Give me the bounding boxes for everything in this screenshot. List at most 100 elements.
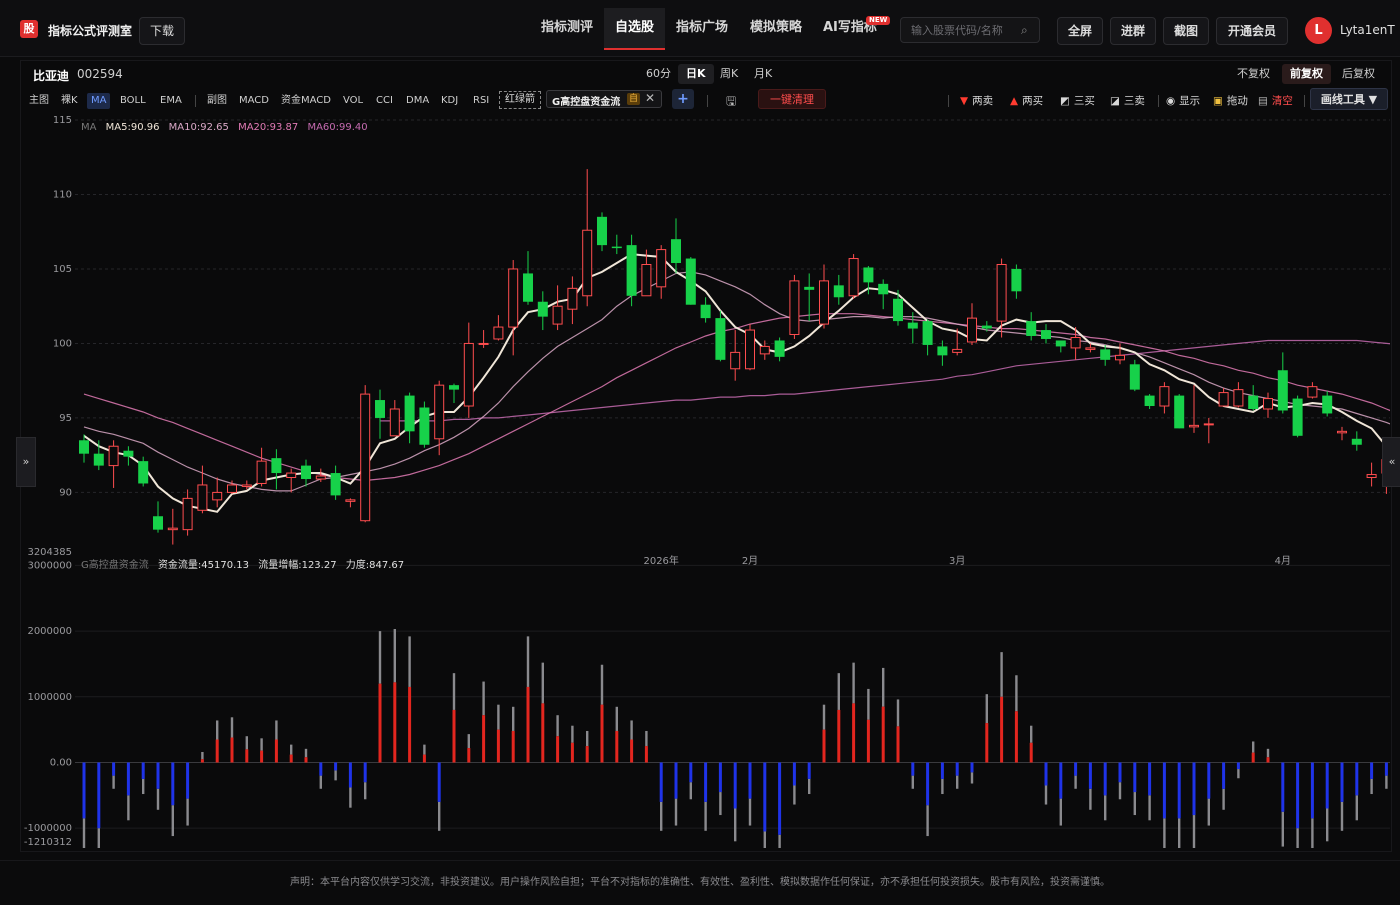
candle-body bbox=[863, 267, 874, 283]
flow-shadow-bar bbox=[926, 805, 929, 837]
close-icon[interactable]: ✕ bbox=[645, 91, 655, 105]
flow-bar bbox=[644, 746, 648, 763]
fullscreen-button[interactable]: 全屏 bbox=[1057, 17, 1103, 45]
period-tab-60min[interactable]: 60分 bbox=[638, 64, 679, 84]
flow-shadow-bar bbox=[1281, 811, 1284, 847]
indicator-dma[interactable]: DMA bbox=[406, 93, 429, 109]
candle bbox=[1041, 324, 1051, 344]
app-title[interactable]: 指标公式评测室 bbox=[48, 22, 132, 39]
indicator-cci[interactable]: CCI bbox=[376, 93, 393, 109]
draw-tools-dropdown[interactable]: 画线工具 ▼ bbox=[1310, 88, 1388, 110]
flow-bar bbox=[1207, 762, 1211, 799]
indicator-ema[interactable]: EMA bbox=[160, 93, 182, 109]
flow-bar bbox=[156, 762, 160, 789]
flow-bar bbox=[1014, 711, 1018, 763]
logo-icon[interactable]: 股 bbox=[20, 20, 38, 38]
candle bbox=[626, 234, 637, 307]
candle bbox=[922, 319, 933, 356]
indicator-bare-k[interactable]: 裸K bbox=[61, 93, 78, 109]
flow-bar bbox=[1266, 757, 1270, 763]
flow-shadow-bar bbox=[1044, 785, 1048, 805]
indicator-kdj[interactable]: KDJ bbox=[441, 93, 458, 109]
candle bbox=[552, 285, 563, 331]
expand-right-handle[interactable]: « bbox=[1382, 437, 1400, 487]
adjust-forward-tab[interactable]: 前复权 bbox=[1282, 64, 1331, 84]
candle bbox=[360, 385, 371, 523]
flow-shadow-bar bbox=[541, 662, 544, 704]
add-indicator-button[interactable]: + bbox=[672, 89, 694, 109]
toggle-display[interactable]: ◉ 显示 bbox=[1166, 93, 1200, 109]
flow-shadow-bar bbox=[260, 738, 263, 751]
candle-body bbox=[1366, 474, 1377, 479]
flow-bar bbox=[200, 759, 204, 763]
candlestick-chart[interactable]: 90 95 100 105 110 115 bbox=[20, 112, 1390, 548]
indicator-vol[interactable]: VOL bbox=[343, 93, 363, 109]
candle-body bbox=[1233, 389, 1244, 407]
candle-body bbox=[493, 326, 504, 340]
flow-bar bbox=[1059, 762, 1063, 799]
nav-sim-strategy[interactable]: 模拟策略 bbox=[750, 8, 802, 48]
flow-shadow-bar bbox=[660, 801, 663, 831]
flow-bar bbox=[482, 715, 486, 763]
flow-shadow-bar bbox=[882, 667, 885, 707]
fund-flow-chart[interactable]: 2026年 2月 3月 4月-1210312-10000000.00100000020… bbox=[20, 548, 1390, 848]
flow-shadow-bar bbox=[704, 801, 707, 831]
clear-drawings-button[interactable]: ▤ 清空 bbox=[1258, 93, 1293, 109]
candle bbox=[1026, 312, 1037, 341]
nav-ai-indicator[interactable]: AI写指标 bbox=[823, 8, 877, 48]
save-icon[interactable]: 🖫 bbox=[726, 92, 736, 113]
indicator-macd[interactable]: MACD bbox=[239, 93, 269, 109]
indicator-rsi[interactable]: RSI bbox=[473, 93, 489, 109]
flow-shadow-bar bbox=[1133, 792, 1136, 816]
period-tab-monthly[interactable]: 月K bbox=[746, 64, 780, 84]
clear-all-button[interactable]: 一键清理 bbox=[758, 89, 826, 109]
indicator-ma[interactable]: MA bbox=[87, 93, 111, 109]
candle-body bbox=[79, 440, 89, 454]
expand-left-handle[interactable]: » bbox=[16, 437, 36, 487]
candle bbox=[330, 465, 341, 500]
screenshot-button[interactable]: 截图 bbox=[1163, 17, 1209, 45]
signal-two-buy[interactable]: ▲ 两买 bbox=[1010, 93, 1043, 109]
candle bbox=[774, 337, 785, 362]
flow-shadow-bar bbox=[970, 772, 974, 784]
candle-body bbox=[552, 305, 563, 325]
flow-shadow-bar bbox=[1089, 788, 1092, 810]
candle bbox=[671, 218, 681, 274]
signal-two-sell[interactable]: ▼ 两卖 bbox=[960, 93, 993, 109]
join-group-button[interactable]: 进群 bbox=[1110, 17, 1156, 45]
candle bbox=[523, 251, 533, 305]
adjust-none-tab[interactable]: 不复权 bbox=[1229, 64, 1278, 84]
signal-three-buy[interactable]: ◩ 三买 bbox=[1060, 93, 1095, 109]
flow-shadow-bar bbox=[1074, 775, 1077, 789]
signal-three-sell[interactable]: ◪ 三卖 bbox=[1110, 93, 1145, 109]
indicator-boll[interactable]: BOLL bbox=[120, 93, 146, 109]
candle bbox=[1011, 264, 1022, 299]
flow-shadow-bar bbox=[1059, 798, 1062, 826]
username[interactable]: Lyta1enT bbox=[1340, 23, 1395, 37]
download-button[interactable]: 下载 bbox=[139, 17, 185, 45]
nav-watchlist[interactable]: 自选股 bbox=[604, 8, 666, 50]
candle-body bbox=[1159, 386, 1170, 407]
candle bbox=[804, 273, 815, 322]
period-tab-weekly[interactable]: 周K bbox=[712, 64, 746, 84]
search-icon[interactable]: ⌕ bbox=[1021, 23, 1028, 38]
candle-body bbox=[167, 527, 178, 531]
flow-bar bbox=[378, 683, 382, 763]
candle-body bbox=[227, 484, 237, 493]
red-green-arrow-toggle[interactable]: 红绿箭 bbox=[499, 91, 541, 109]
indicator-fund-macd[interactable]: 资金MACD bbox=[281, 93, 331, 109]
stock-search-input[interactable] bbox=[900, 17, 1040, 43]
nav-indicator-square[interactable]: 指标广场 bbox=[676, 8, 728, 48]
candle bbox=[286, 468, 297, 493]
adjust-backward-tab[interactable]: 后复权 bbox=[1334, 64, 1383, 84]
candle-body bbox=[360, 393, 371, 522]
period-tab-daily[interactable]: 日K bbox=[678, 64, 714, 84]
vip-button[interactable]: 开通会员 bbox=[1216, 17, 1288, 45]
flow-bar bbox=[1177, 762, 1181, 819]
flow-bar bbox=[866, 719, 870, 763]
flow-shadow-bar bbox=[630, 720, 633, 740]
avatar[interactable]: L bbox=[1305, 17, 1332, 44]
nav-indicator-review[interactable]: 指标测评 bbox=[541, 8, 593, 48]
toggle-drag[interactable]: ▣ 拖动 bbox=[1213, 93, 1248, 109]
trash-icon: ▤ bbox=[1258, 95, 1268, 107]
